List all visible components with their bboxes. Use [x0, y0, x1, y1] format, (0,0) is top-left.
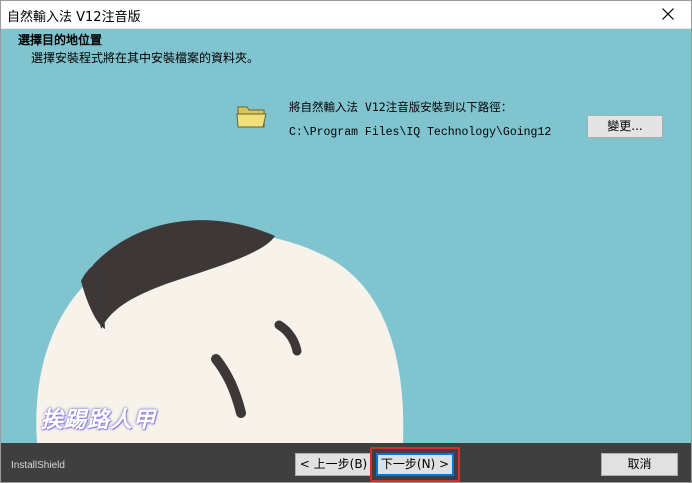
- next-button[interactable]: 下一步(N) >: [376, 453, 454, 476]
- back-button[interactable]: < 上一步(B): [295, 453, 372, 476]
- window-title: 自然輸入法 V12注音版: [7, 10, 141, 25]
- close-button[interactable]: [645, 1, 691, 28]
- close-icon: [662, 8, 674, 20]
- watermark-text: 挨踢路人甲: [41, 407, 157, 433]
- page-heading: 選擇目的地位置: [18, 33, 103, 47]
- cancel-button[interactable]: 取消: [601, 453, 678, 476]
- page-subheading: 選擇安裝程式將在其中安裝檔案的資料夾。: [31, 51, 260, 65]
- destination-label: 將自然輸入法 V12注音版安裝到以下路徑：: [289, 100, 513, 114]
- title-bar: 自然輸入法 V12注音版: [1, 1, 691, 29]
- footer-bar: InstallShield < 上一步(B) 下一步(N) > 取消: [1, 443, 691, 482]
- destination-path: C:\Program Files\IQ Technology\Going12: [289, 126, 552, 139]
- change-button[interactable]: 變更...: [587, 115, 663, 138]
- content-area: 選擇目的地位置 選擇安裝程式將在其中安裝檔案的資料夾。 將自然輸入法 V12注音…: [1, 29, 691, 443]
- installshield-brand: InstallShield: [11, 460, 65, 471]
- folder-icon: [236, 106, 267, 128]
- installer-window: 自然輸入法 V12注音版 選擇目的地位置 選擇安裝程式將在其中安裝檔案的資料夾。…: [0, 0, 692, 483]
- character-illustration: [36, 220, 404, 443]
